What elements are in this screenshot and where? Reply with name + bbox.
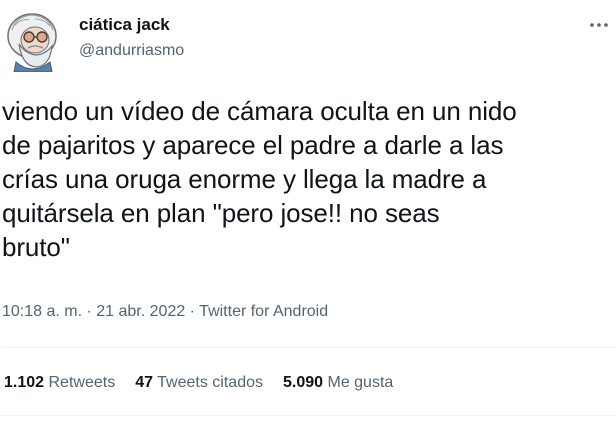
more-options-icon	[590, 23, 608, 27]
tweet-text: viendo un vídeo de cámara oculta en un n…	[2, 96, 517, 262]
quotes-label: Tweets citados	[157, 374, 263, 391]
quotes-count: 47	[135, 374, 153, 391]
avatar[interactable]	[2, 10, 60, 73]
quotes-stat[interactable]: 47 Tweets citados	[135, 372, 263, 394]
tweet-source-link[interactable]: Twitter for Android	[199, 303, 328, 320]
author-names: ciática jack @andurriasmo	[79, 14, 184, 62]
more-options-button[interactable]	[586, 14, 616, 36]
retweets-stat[interactable]: 1.102 Retweets	[4, 372, 115, 394]
tweet-stats: 1.102 Retweets 47 Tweets citados 5.090 Me …	[4, 372, 413, 394]
old-man-glasses-avatar-icon	[7, 13, 57, 73]
tweet-meta: 10:18 a. m. · 21 abr. 2022 · Twitter for…	[2, 300, 328, 324]
meta-separator: ·	[185, 303, 200, 320]
tweet-header: ciática jack @andurriasmo	[0, 0, 616, 80]
tweet-time: 10:18 a. m.	[2, 303, 83, 320]
tweet-time-link[interactable]: 10:18 a. m. · 21 abr. 2022	[2, 303, 185, 320]
meta-separator: ·	[82, 303, 97, 320]
user-handle[interactable]: @andurriasmo	[79, 40, 184, 62]
divider	[2, 347, 616, 348]
divider	[2, 415, 616, 416]
likes-label: Me gusta	[327, 374, 394, 391]
display-name[interactable]: ciática jack	[79, 14, 184, 36]
likes-count: 5.090	[282, 374, 324, 391]
likes-stat[interactable]: 5.090 Me gusta	[283, 372, 393, 394]
tweet-date: 21 abr. 2022	[96, 303, 186, 320]
retweets-label: Retweets	[48, 374, 116, 391]
retweets-count: 1.102	[4, 374, 45, 391]
